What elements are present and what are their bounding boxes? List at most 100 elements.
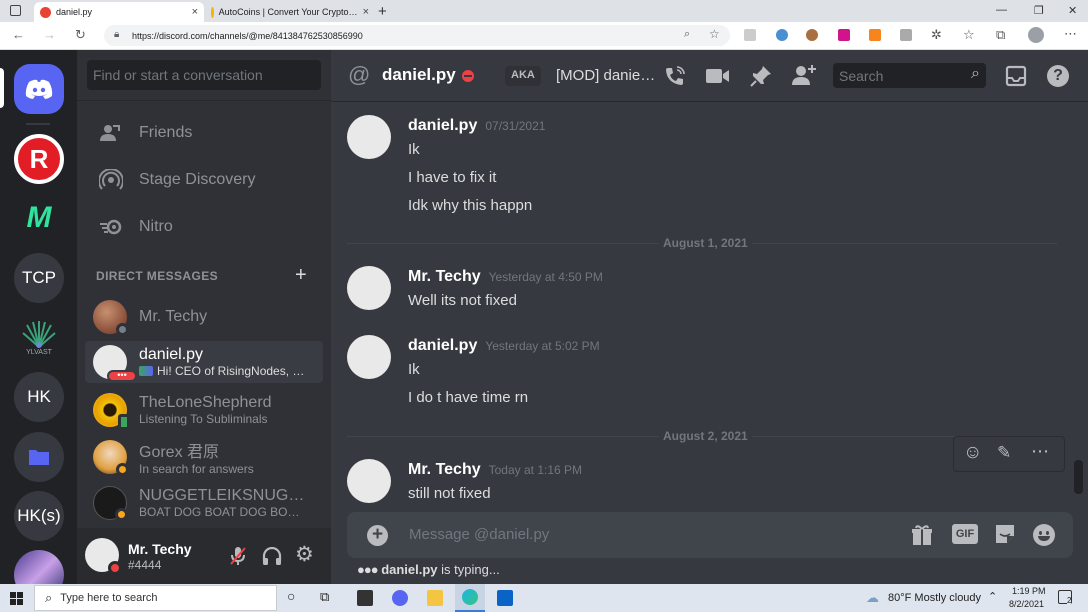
more-menu-icon[interactable]: ⋯	[1064, 26, 1077, 42]
emoji-picker-icon[interactable]	[1033, 524, 1055, 546]
lock-icon: 🔒︎	[114, 29, 120, 40]
extensions-puzzle-icon[interactable]: ✲	[931, 27, 942, 43]
gif-button[interactable]: GIF	[952, 524, 978, 544]
mute-mic-icon[interactable]	[229, 546, 247, 566]
dm-item-theloneshepherd[interactable]: TheLoneShepherd Listening To Subliminals	[85, 389, 323, 431]
extension-icon[interactable]	[838, 29, 850, 41]
server-r[interactable]: R	[14, 134, 64, 184]
windows-start-icon[interactable]	[10, 592, 23, 605]
close-tab-icon[interactable]: ×	[192, 6, 198, 18]
message-author[interactable]: daniel.py Yesterday at 5:02 PM	[408, 337, 600, 355]
help-icon[interactable]: ?	[1047, 65, 1069, 87]
server-hk[interactable]: HK	[14, 372, 64, 422]
server-hks[interactable]: HK(s)	[14, 491, 64, 541]
avatar[interactable]	[347, 115, 391, 159]
create-dm-button[interactable]: +	[295, 264, 307, 287]
message-input[interactable]: Message @daniel.py	[409, 526, 549, 543]
settings-gear-icon[interactable]: ⚙	[295, 542, 314, 567]
store-icon[interactable]	[357, 590, 373, 606]
maximize-button[interactable]: ❐	[1034, 4, 1044, 17]
nav-stage-discovery[interactable]: Stage Discovery	[87, 159, 323, 201]
file-explorer-icon[interactable]	[427, 590, 443, 606]
edit-pencil-icon[interactable]: ✎	[997, 443, 1011, 463]
forward-arrow-icon[interactable]: →	[43, 27, 56, 42]
browser-tab-discord[interactable]: daniel.py ×	[34, 2, 204, 22]
task-view-icon[interactable]: ⧉	[320, 589, 336, 605]
chevron-up-icon[interactable]: ⌃	[988, 590, 997, 603]
weather-text[interactable]: 80°F Mostly cloudy	[888, 592, 981, 604]
timestamp: Yesterday at 5:02 PM	[485, 339, 600, 353]
peacock-logo-icon	[22, 320, 56, 348]
typing-indicator-icon: •••	[107, 370, 137, 382]
gift-icon[interactable]	[911, 524, 933, 546]
avatar[interactable]	[347, 459, 391, 503]
taskbar-search-input[interactable]: ⌕ Type here to search	[34, 585, 277, 611]
avatar[interactable]	[347, 266, 391, 310]
find-conversation-input[interactable]: Find or start a conversation	[87, 60, 321, 90]
divider	[77, 100, 331, 101]
sticker-icon[interactable]	[994, 523, 1016, 545]
notification-center-icon[interactable]: 2	[1058, 590, 1072, 605]
dm-item-daniel-py[interactable]: ••• daniel.py Hi! CEO of RisingNodes, …	[85, 341, 323, 383]
dm-item-gorex[interactable]: Gorex 君原 In search for answers	[85, 436, 323, 478]
search-input[interactable]: Search ⌕	[833, 63, 986, 88]
server-ylvast[interactable]: YLVAST	[14, 312, 64, 362]
mail-icon[interactable]	[497, 590, 513, 606]
video-call-icon[interactable]	[706, 68, 730, 84]
browser-tab-autocoins[interactable]: AutoCoins | Convert Your Crypto… ×	[205, 2, 375, 22]
dm-item-mr-techy[interactable]: Mr. Techy	[85, 296, 323, 338]
pinned-messages-icon[interactable]	[750, 65, 772, 87]
server-m[interactable]: M	[14, 193, 64, 243]
scrollbar-thumb[interactable]	[1074, 460, 1083, 494]
folder-icon	[29, 450, 49, 465]
message-actions-bar: ☺ ✎ ⋯	[953, 436, 1065, 472]
reload-icon[interactable]: ↻	[75, 27, 86, 43]
avatar[interactable]	[347, 335, 391, 379]
nav-nitro[interactable]: Nitro	[87, 206, 323, 248]
discord-taskbar-icon[interactable]	[392, 590, 408, 606]
add-friends-to-dm-icon[interactable]	[791, 63, 817, 87]
nav-friends[interactable]: Friends	[87, 112, 323, 154]
url-bar[interactable]: 🔒︎ https://discord.com/channels/@me/8413…	[104, 25, 730, 46]
message-composer[interactable]: + Message @daniel.py GIF	[347, 512, 1073, 558]
voice-call-icon[interactable]	[664, 65, 686, 87]
message-author[interactable]: Mr. Techy Yesterday at 4:50 PM	[408, 268, 603, 286]
clock-time[interactable]: 1:19 PM	[1012, 586, 1046, 596]
tab-actions-icon[interactable]	[10, 5, 21, 16]
message-author[interactable]: Mr. Techy Today at 1:16 PM	[408, 461, 582, 479]
zoom-icon[interactable]: ⌕	[684, 28, 690, 41]
extension-icon[interactable]	[900, 29, 912, 41]
server-tcp[interactable]: TCP	[14, 253, 64, 303]
search-icon: ⌕	[45, 590, 53, 605]
close-window-button[interactable]: ✕	[1068, 4, 1077, 17]
edge-taskbar-button[interactable]	[455, 584, 485, 612]
discord-favicon-icon	[40, 6, 51, 18]
profile-avatar[interactable]	[1028, 27, 1044, 43]
mobile-status-icon	[118, 414, 130, 430]
avatar[interactable]	[85, 538, 122, 575]
back-arrow-icon[interactable]: ←	[12, 27, 25, 42]
avatar: •••	[93, 345, 137, 382]
cortana-icon[interactable]: ○	[287, 588, 303, 604]
new-tab-button[interactable]: +	[378, 3, 387, 20]
add-reaction-icon[interactable]: ☺	[963, 442, 982, 464]
close-tab-icon[interactable]: ×	[363, 6, 369, 18]
server-galaxy[interactable]	[14, 550, 64, 584]
collections-icon[interactable]: ⧉	[996, 27, 1005, 43]
inbox-icon[interactable]	[1005, 65, 1027, 87]
more-options-icon[interactable]: ⋯	[1031, 441, 1049, 462]
upload-plus-icon[interactable]: +	[367, 525, 388, 546]
discord-home-icon[interactable]	[14, 64, 64, 114]
extension-icon[interactable]	[806, 29, 818, 41]
extension-icon[interactable]	[776, 29, 788, 41]
dm-item-nuggetleiksnug[interactable]: NUGGETLEIKSNUG… BOAT DOG BOAT DOG BO…	[85, 482, 323, 524]
favorites-icon[interactable]: ☆	[963, 27, 975, 43]
headphones-icon[interactable]	[262, 547, 282, 565]
message-author[interactable]: daniel.py 07/31/2021	[408, 117, 545, 135]
minimize-button[interactable]: —	[996, 4, 1007, 16]
favorite-star-icon[interactable]: ☆	[709, 27, 720, 41]
clock-date[interactable]: 8/2/2021	[1009, 599, 1044, 609]
extension-icon[interactable]	[744, 29, 756, 41]
server-folder[interactable]	[14, 432, 64, 482]
metamask-icon[interactable]	[869, 29, 881, 41]
